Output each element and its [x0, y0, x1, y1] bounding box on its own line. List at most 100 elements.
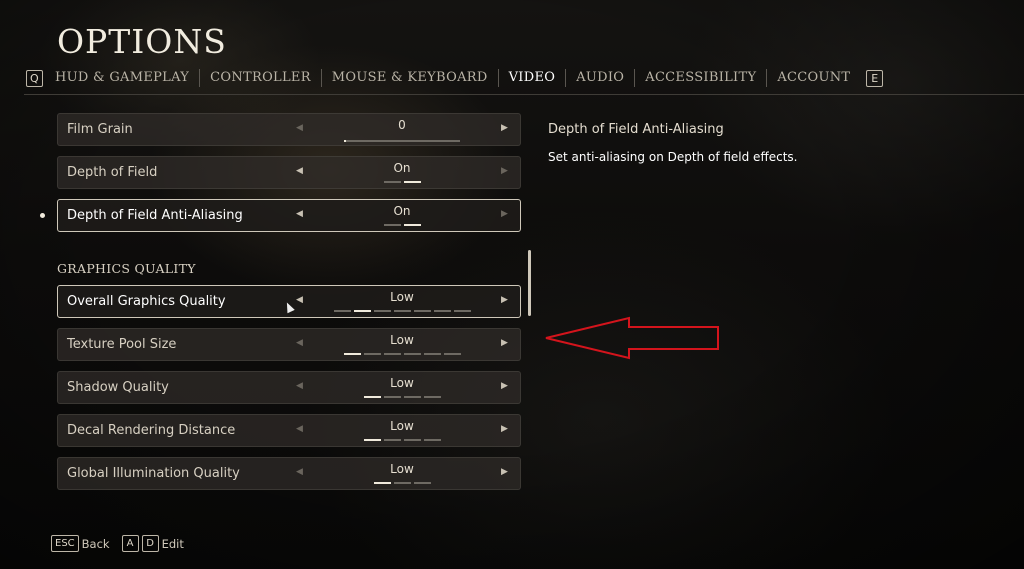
segment-active: [374, 482, 391, 484]
section-heading-graphics-quality: GRAPHICS QUALITY: [57, 261, 196, 276]
setting-label: Shadow Quality: [67, 380, 169, 395]
segment-active: [364, 439, 381, 441]
segment: [424, 439, 441, 441]
segment: [404, 439, 421, 441]
a-key[interactable]: A: [121, 535, 139, 552]
d-key[interactable]: D: [141, 535, 159, 552]
arrow-left-icon[interactable]: ◀: [296, 295, 303, 305]
segment: [404, 396, 421, 398]
description-title: Depth of Field Anti-Aliasing: [548, 122, 724, 137]
segment: [374, 310, 391, 312]
segment: [384, 396, 401, 398]
edit-label[interactable]: Edit: [162, 537, 184, 551]
segment-active: [404, 181, 421, 183]
esc-key[interactable]: ESC: [51, 535, 79, 552]
arrow-right-icon[interactable]: ▶: [501, 123, 508, 133]
tab-audio[interactable]: AUDIO: [565, 69, 634, 87]
setting-row-film-grain[interactable]: Film Grain ◀ 0 ▶: [57, 113, 521, 146]
arrow-left-icon[interactable]: ◀: [296, 381, 303, 391]
segment-active: [354, 310, 371, 312]
tab-prev-key[interactable]: Q: [26, 69, 43, 87]
page-title: OPTIONS: [57, 22, 227, 61]
value-segments: [384, 224, 421, 226]
segment: [444, 353, 461, 355]
tab-video[interactable]: VIDEO: [497, 69, 566, 87]
setting-value: 0: [398, 118, 406, 132]
annotation-arrow-shape: [545, 316, 719, 360]
segment: [414, 482, 431, 484]
setting-row-dof-anti-aliasing[interactable]: Depth of Field Anti-Aliasing ◀ On ▶: [57, 199, 521, 232]
film-grain-slider[interactable]: [344, 140, 460, 142]
tab-hud-gameplay[interactable]: HUD & GAMEPLAY: [45, 69, 199, 87]
arrow-left-icon[interactable]: ◀: [296, 123, 303, 133]
setting-label: Global Illumination Quality: [67, 466, 240, 481]
arrow-right-icon[interactable]: ▶: [501, 209, 508, 219]
setting-value: Low: [390, 462, 414, 476]
setting-label: Depth of Field: [67, 165, 158, 180]
value-segments: [334, 310, 471, 312]
tab-controller[interactable]: CONTROLLER: [199, 69, 321, 87]
arrow-left-icon[interactable]: ◀: [296, 424, 303, 434]
setting-value: Low: [390, 333, 414, 347]
tab-account[interactable]: ACCOUNT: [766, 69, 860, 87]
tab-mouse-keyboard[interactable]: MOUSE & KEYBOARD: [320, 69, 498, 87]
segment: [384, 439, 401, 441]
arrow-right-icon[interactable]: ▶: [501, 295, 508, 305]
arrow-left-icon[interactable]: ◀: [296, 209, 303, 219]
scrollbar-thumb[interactable]: [528, 250, 531, 316]
segment-active: [344, 353, 361, 355]
segment: [384, 353, 401, 355]
segment: [434, 310, 451, 312]
setting-value: Low: [390, 376, 414, 390]
value-segments: [364, 396, 441, 398]
arrow-left-icon[interactable]: ◀: [296, 338, 303, 348]
arrow-right-icon[interactable]: ▶: [501, 424, 508, 434]
arrow-right-icon[interactable]: ▶: [501, 166, 508, 176]
back-label[interactable]: Back: [82, 537, 110, 551]
tab-divider: [24, 94, 1024, 95]
setting-row-decal-rendering-distance[interactable]: Decal Rendering Distance ◀ Low ▶: [57, 414, 521, 447]
segment-active: [364, 396, 381, 398]
tab-next-key[interactable]: E: [866, 69, 884, 87]
footer-hints: ESC Back A D Edit: [51, 535, 184, 552]
annotation-arrow-icon: [545, 316, 719, 360]
setting-row-global-illumination-quality[interactable]: Global Illumination Quality ◀ Low ▶: [57, 457, 521, 490]
setting-value: Low: [390, 419, 414, 433]
setting-label: Decal Rendering Distance: [67, 423, 236, 438]
selected-indicator: [40, 213, 45, 218]
arrow-right-icon[interactable]: ▶: [501, 338, 508, 348]
setting-label: Overall Graphics Quality: [67, 294, 226, 309]
tab-accessibility[interactable]: ACCESSIBILITY: [634, 69, 766, 87]
arrow-left-icon[interactable]: ◀: [296, 166, 303, 176]
setting-row-shadow-quality[interactable]: Shadow Quality ◀ Low ▶: [57, 371, 521, 404]
arrow-right-icon[interactable]: ▶: [501, 467, 508, 477]
segment: [414, 310, 431, 312]
segment: [384, 181, 401, 183]
segment: [384, 224, 401, 226]
value-segments: [344, 353, 461, 355]
arrow-right-icon[interactable]: ▶: [501, 381, 508, 391]
setting-value: On: [393, 161, 411, 175]
value-segments: [374, 482, 431, 484]
setting-label: Film Grain: [67, 122, 133, 137]
setting-label: Texture Pool Size: [67, 337, 177, 352]
segment-active: [404, 224, 421, 226]
tab-bar: Q HUD & GAMEPLAY CONTROLLER MOUSE & KEYB…: [24, 67, 885, 89]
value-segments: [364, 439, 441, 441]
segment: [404, 353, 421, 355]
setting-row-texture-pool-size[interactable]: Texture Pool Size ◀ Low ▶: [57, 328, 521, 361]
setting-value: Low: [390, 290, 414, 304]
segment: [334, 310, 351, 312]
segment: [454, 310, 471, 312]
slider-fill: [344, 140, 347, 142]
segment: [394, 482, 411, 484]
setting-row-depth-of-field[interactable]: Depth of Field ◀ On ▶: [57, 156, 521, 189]
arrow-left-icon[interactable]: ◀: [296, 467, 303, 477]
segment: [364, 353, 381, 355]
description-text: Set anti-aliasing on Depth of field effe…: [548, 150, 798, 164]
segment: [424, 353, 441, 355]
segment: [424, 396, 441, 398]
setting-value: On: [393, 204, 411, 218]
segment: [394, 310, 411, 312]
setting-label: Depth of Field Anti-Aliasing: [67, 208, 243, 223]
